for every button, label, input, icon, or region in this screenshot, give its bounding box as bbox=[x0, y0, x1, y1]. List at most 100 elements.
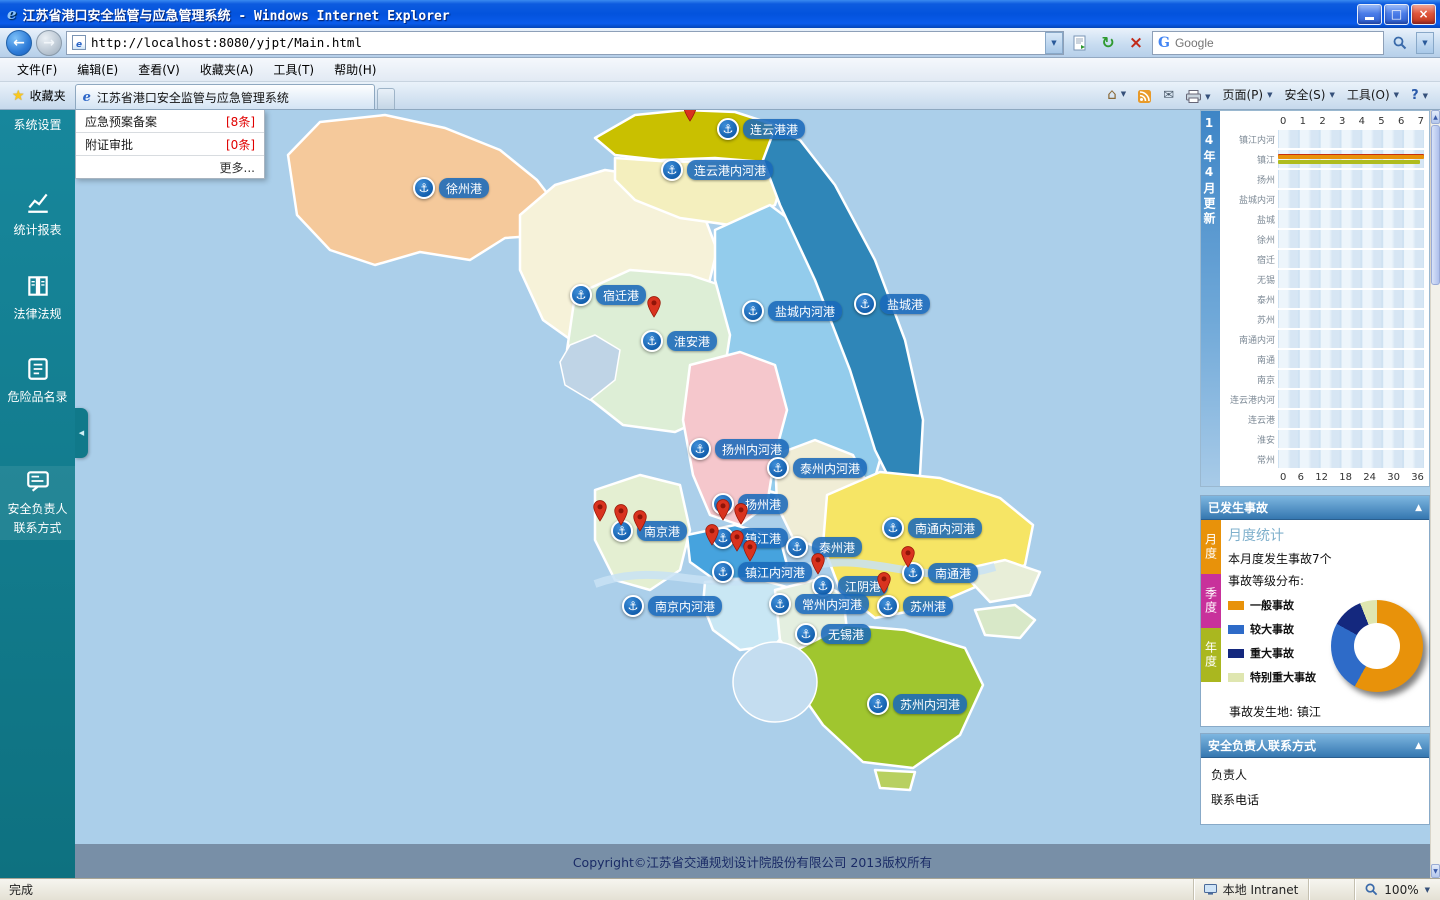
new-tab-button[interactable] bbox=[377, 88, 395, 109]
port-label: 连云港港 bbox=[743, 119, 805, 139]
collapse-up-icon[interactable]: ▲ bbox=[1415, 741, 1422, 751]
zone-label: 本地 Intranet bbox=[1223, 881, 1299, 898]
port-marker[interactable]: ⚓无锡港 bbox=[795, 623, 871, 645]
zoom-segment[interactable]: 100% ▼ bbox=[1354, 879, 1440, 900]
scroll-down-icon: ▼ bbox=[1433, 868, 1438, 875]
port-marker[interactable]: ⚓宿迁港 bbox=[570, 284, 646, 306]
command-button[interactable]: 工具(O)▼ bbox=[1341, 83, 1405, 109]
port-marker[interactable]: ⚓连云港内河港 bbox=[661, 159, 773, 181]
menu-item[interactable]: 收藏夹(A) bbox=[191, 58, 263, 81]
close-button[interactable]: × bbox=[1411, 4, 1436, 25]
anchor-icon: ⚓ bbox=[712, 561, 734, 583]
search-button[interactable] bbox=[1388, 31, 1412, 55]
port-marker[interactable]: ⚓苏州港 bbox=[877, 595, 953, 617]
accident-pin[interactable] bbox=[810, 553, 826, 575]
accident-panel-header[interactable]: 已发生事故 ▲ bbox=[1201, 496, 1429, 520]
help-button[interactable]: ?▼ bbox=[1405, 85, 1434, 109]
port-label: 苏州港 bbox=[903, 596, 953, 616]
menu-item[interactable]: 帮助(H) bbox=[325, 58, 385, 81]
menu-item[interactable]: 编辑(E) bbox=[68, 58, 127, 81]
sidebar-item-3[interactable]: 危险品名录 bbox=[0, 354, 75, 409]
feeds-button[interactable] bbox=[1132, 87, 1157, 109]
axis-tick-label: 30 bbox=[1387, 472, 1400, 483]
sidebar-item-4[interactable]: 安全负责人联系方式 bbox=[0, 466, 75, 539]
quick-task-more-link[interactable]: 更多... bbox=[76, 156, 264, 178]
port-marker[interactable]: ⚓泰州内河港 bbox=[767, 457, 867, 479]
read-mail-button[interactable]: ✉ bbox=[1157, 85, 1180, 109]
scrollbar-thumb[interactable] bbox=[1431, 125, 1440, 285]
legend-swatch bbox=[1228, 625, 1244, 634]
scroll-up-button[interactable]: ▲ bbox=[1431, 110, 1440, 124]
port-marker[interactable]: ⚓连云港港 bbox=[717, 118, 805, 140]
home-button[interactable]: ⌂▼ bbox=[1101, 82, 1132, 109]
print-button[interactable]: ▼ bbox=[1180, 87, 1216, 109]
sidebar-item-0[interactable]: 系统设置 bbox=[0, 114, 75, 137]
accident-tab-月度[interactable]: 月度 bbox=[1201, 520, 1221, 574]
accident-pin[interactable] bbox=[592, 500, 608, 522]
menu-item[interactable]: 文件(F) bbox=[8, 58, 66, 81]
accident-pin[interactable] bbox=[742, 540, 758, 562]
accident-pin[interactable] bbox=[682, 110, 698, 122]
vertical-scrollbar[interactable]: ▲ ▼ bbox=[1430, 110, 1440, 878]
port-marker[interactable]: ⚓盐城内河港 bbox=[742, 300, 842, 322]
contact-panel-body: 负责人联系电话 bbox=[1201, 758, 1429, 808]
port-marker[interactable]: ⚓南通内河港 bbox=[882, 517, 982, 539]
page-tab[interactable]: e 江苏省港口安全监管与应急管理系统 bbox=[75, 84, 375, 109]
port-marker[interactable]: ⚓徐州港 bbox=[413, 177, 489, 199]
port-marker[interactable]: ⚓盐城港 bbox=[854, 293, 930, 315]
sidebar-item-2[interactable]: 法律法规 bbox=[0, 271, 75, 326]
accident-pin[interactable] bbox=[715, 499, 731, 521]
minimize-button[interactable] bbox=[1357, 4, 1382, 25]
accident-pin[interactable] bbox=[646, 296, 662, 318]
port-marker[interactable]: ⚓镇江内河港 bbox=[712, 561, 812, 583]
search-input[interactable] bbox=[1175, 36, 1378, 50]
back-button[interactable]: ← bbox=[6, 30, 32, 56]
sidebar-collapse-handle[interactable]: ◀ bbox=[75, 408, 88, 458]
menu-item[interactable]: 查看(V) bbox=[129, 58, 189, 81]
accident-tab-年度[interactable]: 年度 bbox=[1201, 628, 1221, 682]
scrollbar-track[interactable] bbox=[1431, 286, 1440, 864]
refresh-button[interactable]: ↻ bbox=[1096, 31, 1120, 55]
page-icon: e bbox=[72, 35, 86, 50]
command-button[interactable]: 页面(P)▼ bbox=[1216, 83, 1278, 109]
accident-pin[interactable] bbox=[900, 546, 916, 568]
anchor-icon: ⚓ bbox=[882, 517, 904, 539]
favorites-button[interactable]: ★ 收藏夹 bbox=[6, 84, 75, 109]
port-marker[interactable]: ⚓苏州内河港 bbox=[867, 693, 967, 715]
chart-row-track bbox=[1278, 350, 1424, 368]
accident-pin[interactable] bbox=[613, 504, 629, 526]
quick-task-row[interactable]: 应急预案备案[8条] bbox=[76, 110, 264, 133]
menu-item[interactable]: 工具(T) bbox=[264, 58, 323, 81]
search-dropdown-button[interactable]: ▼ bbox=[1416, 32, 1434, 54]
restore-button[interactable]: □ bbox=[1384, 4, 1409, 25]
compatibility-view-button[interactable] bbox=[1068, 31, 1092, 55]
port-marker[interactable]: ⚓南京内河港 bbox=[622, 595, 722, 617]
home-icon: ⌂ bbox=[1107, 85, 1117, 103]
search-box[interactable]: G bbox=[1152, 31, 1384, 55]
accident-pin[interactable] bbox=[632, 510, 648, 532]
accident-pin[interactable] bbox=[876, 572, 892, 594]
forward-button[interactable]: → bbox=[36, 30, 62, 56]
stop-button[interactable]: × bbox=[1124, 31, 1148, 55]
url-input[interactable] bbox=[91, 35, 1040, 50]
address-field[interactable]: e ▼ bbox=[66, 31, 1064, 55]
accident-tab-季度[interactable]: 季度 bbox=[1201, 574, 1221, 628]
print-icon bbox=[1186, 90, 1201, 103]
port-marker[interactable]: ⚓淮安港 bbox=[641, 330, 717, 352]
command-button-label: 工具(O) bbox=[1347, 86, 1390, 103]
port-marker[interactable]: ⚓常州内河港 bbox=[769, 593, 869, 615]
command-button[interactable]: 安全(S)▼ bbox=[1278, 83, 1340, 109]
chart-row-track bbox=[1278, 170, 1424, 188]
contact-panel-header[interactable]: 安全负责人联系方式 ▲ bbox=[1201, 734, 1429, 758]
legend-swatch bbox=[1228, 649, 1244, 658]
collapse-up-icon[interactable]: ▲ bbox=[1415, 503, 1422, 513]
scroll-up-icon: ▲ bbox=[1433, 114, 1438, 121]
scroll-down-button[interactable]: ▼ bbox=[1431, 864, 1440, 878]
accident-pin[interactable] bbox=[733, 503, 749, 525]
sidebar-item-1[interactable]: 统计报表 bbox=[0, 187, 75, 242]
map-area[interactable]: ⚓连云港港⚓连云港内河港⚓徐州港⚓宿迁港⚓淮安港⚓盐城内河港⚓盐城港⚓扬州内河港… bbox=[75, 110, 1430, 878]
rss-icon bbox=[1138, 90, 1151, 103]
quick-task-row[interactable]: 附证审批[0条] bbox=[76, 133, 264, 156]
address-dropdown-button[interactable]: ▼ bbox=[1045, 32, 1063, 54]
accident-pin[interactable] bbox=[704, 524, 720, 546]
